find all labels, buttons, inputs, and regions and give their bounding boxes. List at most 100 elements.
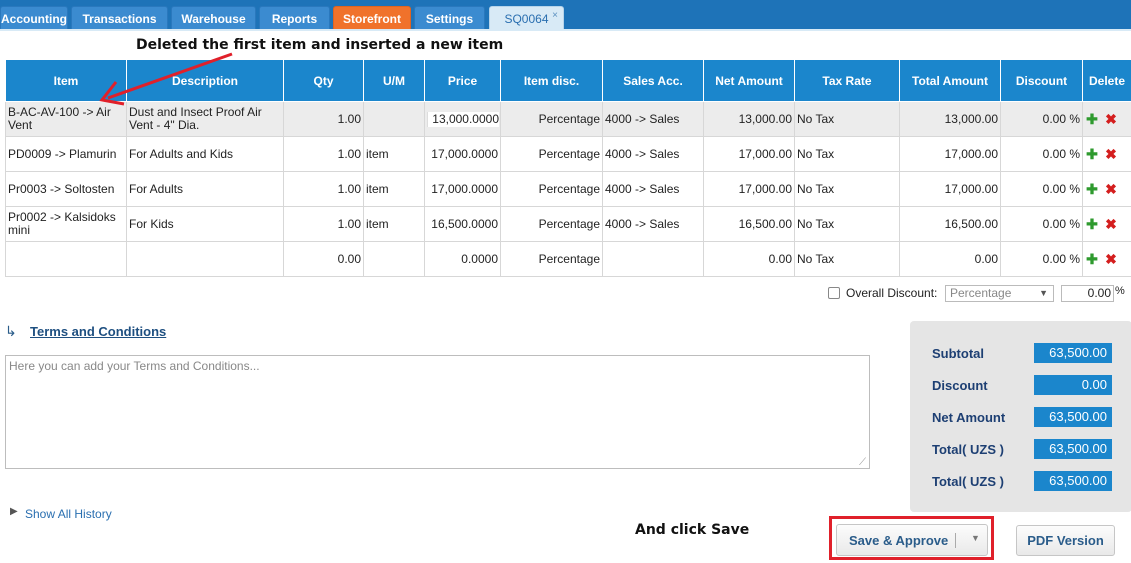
expand-triangle-icon[interactable]: ▶ (10, 506, 18, 517)
qty-cell[interactable]: 1.00 (283, 171, 364, 207)
discount-cell[interactable]: 0.00 % (1000, 206, 1083, 242)
table-row[interactable]: Pr0003 -> Soltosten For Adults 1.00 item… (5, 171, 1131, 207)
item-disc-cell[interactable]: Percentage (500, 206, 603, 242)
tax-rate-cell[interactable]: No Tax (794, 136, 900, 172)
delete-x-icon[interactable]: ✖ (1104, 111, 1118, 128)
item-cell[interactable] (5, 241, 127, 277)
qty-cell[interactable]: 0.00 (283, 241, 364, 277)
delete-x-icon[interactable]: ✖ (1104, 181, 1118, 198)
sales-acc-cell[interactable]: 4000 -> Sales (602, 136, 704, 172)
col-header-net-amount: Net Amount (703, 59, 795, 102)
terms-title-link[interactable]: Terms and Conditions (30, 324, 166, 339)
plus-icon[interactable]: ✚ (1085, 146, 1099, 163)
total-amount-cell: 0.00 (899, 241, 1001, 277)
save-approve-label: Save & Approve (849, 533, 949, 548)
chevron-down-icon[interactable]: ▼ (971, 533, 980, 543)
row-actions: ✚ ✖ (1082, 241, 1131, 277)
annotation-bottom-note: And click Save (635, 522, 750, 538)
description-cell[interactable]: For Adults (126, 171, 284, 207)
show-all-history-link[interactable]: Show All History (25, 507, 112, 521)
tax-rate-cell[interactable]: No Tax (794, 241, 900, 277)
discount-label: Discount (932, 378, 988, 393)
table-row[interactable]: PD0009 -> Plamurin For Adults and Kids 1… (5, 136, 1131, 172)
col-header-price: Price (424, 59, 501, 102)
qty-cell[interactable]: 1.00 (283, 136, 364, 172)
annotation-arrow (99, 52, 233, 106)
description-cell[interactable]: For Kids (126, 206, 284, 242)
sales-acc-cell[interactable]: 4000 -> Sales (602, 171, 704, 207)
um-cell[interactable]: item (363, 206, 425, 242)
item-disc-cell[interactable]: Percentage (500, 241, 603, 277)
annotation-arrow-line (107, 52, 233, 100)
sales-acc-cell[interactable]: 4000 -> Sales (602, 101, 704, 137)
tab-sq0064-label: SQ0064 (504, 12, 549, 26)
resize-handle-icon[interactable]: ⟋ (859, 457, 866, 468)
net-amount-label: Net Amount (932, 410, 1006, 425)
item-disc-cell[interactable]: Percentage (500, 101, 603, 137)
um-cell[interactable] (363, 101, 425, 137)
um-cell[interactable] (363, 241, 425, 277)
save-approve-button[interactable]: Save & Approve ▼ (836, 524, 988, 556)
chevron-down-icon: ▼ (1039, 288, 1048, 298)
overall-discount-input[interactable]: 0.00 (1061, 285, 1114, 302)
plus-icon[interactable]: ✚ (1085, 111, 1099, 128)
terms-textarea[interactable]: Here you can add your Terms and Conditio… (5, 355, 870, 469)
plus-icon[interactable]: ✚ (1085, 216, 1099, 233)
um-cell[interactable]: item (363, 171, 425, 207)
price-cell[interactable]: 17,000.0000 (424, 136, 501, 172)
tax-rate-cell[interactable]: No Tax (794, 206, 900, 242)
discount-cell[interactable]: 0.00 % (1000, 136, 1083, 172)
subtotal-value: 63,500.00 (1034, 343, 1112, 363)
sales-acc-cell[interactable]: 4000 -> Sales (602, 206, 704, 242)
total-uzs-value: 63,500.00 (1034, 439, 1112, 459)
overall-discount-unit: % (1115, 285, 1125, 297)
price-input[interactable]: 13,000.0000 (427, 111, 499, 127)
close-icon[interactable]: × (552, 4, 558, 28)
price-cell[interactable]: 17,000.0000 (424, 171, 501, 207)
item-disc-cell[interactable]: Percentage (500, 171, 603, 207)
net-amount-cell: 17,000.00 (703, 136, 795, 172)
col-header-discount: Discount (1000, 59, 1083, 102)
price-cell[interactable]: 0.0000 (424, 241, 501, 277)
total-uzs-label: Total( UZS ) (932, 442, 1004, 457)
row-actions: ✚ ✖ (1082, 206, 1131, 242)
tab-settings[interactable]: Settings (414, 6, 485, 30)
button-separator (955, 533, 956, 548)
overall-discount-checkbox[interactable] (828, 287, 840, 299)
col-header-um: U/M (363, 59, 425, 102)
delete-x-icon[interactable]: ✖ (1104, 251, 1118, 268)
description-cell[interactable] (126, 241, 284, 277)
overall-discount-type-select[interactable]: Percentage ▼ (945, 285, 1054, 302)
item-cell[interactable]: Pr0002 -> Kalsidoks mini (5, 206, 127, 242)
table-row[interactable]: Pr0002 -> Kalsidoks mini For Kids 1.00 i… (5, 206, 1131, 242)
discount-cell[interactable]: 0.00 % (1000, 101, 1083, 137)
tab-sq0064[interactable]: SQ0064 × (489, 6, 564, 30)
pdf-version-button[interactable]: PDF Version (1016, 525, 1115, 556)
delete-x-icon[interactable]: ✖ (1104, 216, 1118, 233)
um-cell[interactable]: item (363, 136, 425, 172)
tab-storefront[interactable]: Storefront (333, 6, 411, 30)
price-cell[interactable]: 16,500.0000 (424, 206, 501, 242)
tax-rate-cell[interactable]: No Tax (794, 171, 900, 207)
overall-discount-type-value: Percentage (950, 286, 1012, 300)
price-cell[interactable]: 13,000.0000 (424, 101, 501, 137)
plus-icon[interactable]: ✚ (1085, 181, 1099, 198)
total-uzs-value-2: 63,500.00 (1034, 471, 1112, 491)
sales-acc-cell[interactable] (602, 241, 704, 277)
plus-icon[interactable]: ✚ (1085, 251, 1099, 268)
col-header-delete: Delete (1082, 59, 1131, 102)
item-cell[interactable]: PD0009 -> Plamurin (5, 136, 127, 172)
table-row[interactable]: 0.00 0.0000 Percentage 0.00 No Tax 0.00 … (5, 241, 1131, 277)
subtotal-label: Subtotal (932, 346, 984, 361)
net-amount-cell: 13,000.00 (703, 101, 795, 137)
total-uzs-label-2: Total( UZS ) (932, 474, 1004, 489)
item-disc-cell[interactable]: Percentage (500, 136, 603, 172)
total-amount-cell: 17,000.00 (899, 171, 1001, 207)
item-cell[interactable]: Pr0003 -> Soltosten (5, 171, 127, 207)
description-cell[interactable]: For Adults and Kids (126, 136, 284, 172)
discount-cell[interactable]: 0.00 % (1000, 171, 1083, 207)
discount-cell[interactable]: 0.00 % (1000, 241, 1083, 277)
tax-rate-cell[interactable]: No Tax (794, 101, 900, 137)
qty-cell[interactable]: 1.00 (283, 206, 364, 242)
delete-x-icon[interactable]: ✖ (1104, 146, 1118, 163)
